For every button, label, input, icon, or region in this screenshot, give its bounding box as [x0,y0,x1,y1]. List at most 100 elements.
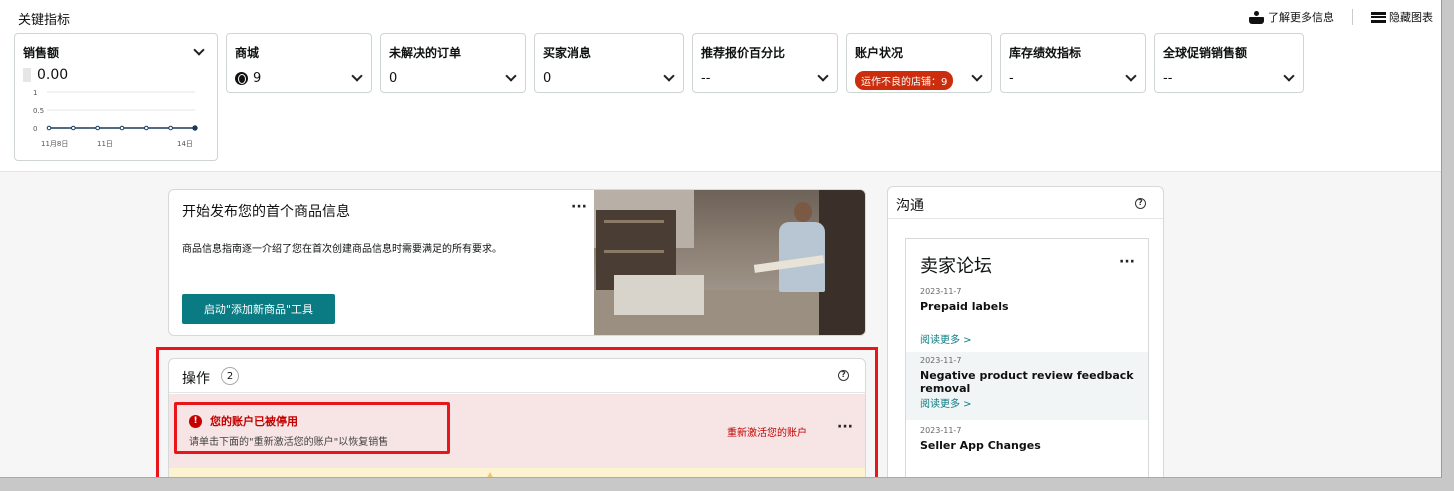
sales-chart: 1 0.5 0 11月8日 11日 14日 [33,84,213,154]
learn-more-link[interactable]: 了解更多信息 [1249,9,1334,25]
help-icon[interactable]: ? [1135,198,1146,209]
communication-header: 沟通 ? [888,187,1163,219]
metric-value: -- [1163,71,1173,86]
operations-title: 操作 [182,371,210,387]
metric-value: 0 [389,71,398,86]
x-tick-label: 11月8日 [41,140,68,148]
photo-person-head [794,202,812,222]
metric-label: 商城 [235,46,260,60]
card-description: 商品信息指南逐一介绍了您在首次创建商品信息时需要满足的所有要求。 [182,244,502,255]
add-product-tool-button[interactable]: 启动"添加新商品"工具 [182,294,335,324]
forum-post[interactable]: 2023-11-7 Negative product review feedba… [906,352,1148,420]
forum-title: 卖家论坛 [920,256,992,277]
globe-icon [235,72,248,85]
alert-title-text: 您的账户已被停用 [210,415,298,428]
metric-label: 账户状况 [855,46,904,60]
operations-count-badge: 2 [221,367,239,385]
reactivate-account-link[interactable]: 重新激活您的账户 [727,424,807,439]
x-tick-label: 11日 [97,140,113,148]
metric-value: 运作不良的店铺：9 [855,71,983,90]
seller-forum-panel: 卖家论坛 ··· 2023-11-7 Prepaid labels 阅读更多 >… [905,238,1149,477]
y-tick-label: 0.5 [33,107,44,115]
status-badge: 运作不良的店铺：9 [855,71,954,90]
post-date: 2023-11-7 [920,426,962,435]
metric-label: 全球促销销售额 [1163,46,1248,60]
next-alert-row [169,468,865,477]
error-icon: ! [189,414,202,428]
sales-data-point [46,125,52,131]
more-options-icon[interactable]: ··· [571,200,587,214]
y-tick-label: 1 [33,89,37,97]
metric-store[interactable]: 商城 9 [226,33,372,93]
metric-label: 推荐报价百分比 [701,46,786,60]
metric-value: 0.00 [23,67,209,83]
pointer-arrow-icon [480,472,500,477]
metric-buyer-messages[interactable]: 买家消息 0 [534,33,684,93]
card-title: 开始发布您的首个商品信息 [182,204,350,220]
sales-data-point [95,125,100,131]
metric-value: - [1009,71,1014,86]
forum-post[interactable]: 2023-11-7 Prepaid labels 阅读更多 > [906,287,1148,346]
hide-chart-link[interactable]: 隐藏图表 [1371,9,1433,25]
sales-data-point [192,125,198,131]
y-tick-label: 0 [33,125,37,133]
workshop-photo [594,190,865,335]
key-metrics-title: 关键指标 [18,13,71,28]
photo-shelf-board [604,250,664,253]
seller-central-dashboard: 关键指标 了解更多信息 隐藏图表 销售额 0.00 1 0.5 0 11月8日 11日 1… [0,0,1442,478]
communication-card: 沟通 ? 卖家论坛 ··· 2023-11-7 Prepaid labels 阅… [887,186,1164,477]
metric-open-orders[interactable]: 未解决的订单 0 [380,33,526,93]
metric-label: 买家消息 [543,46,592,60]
metric-featured-offer[interactable]: 推荐报价百分比 -- [692,33,838,93]
start-listing-card: 开始发布您的首个商品信息 商品信息指南逐一介绍了您在首次创建商品信息时需要满足的… [168,189,866,336]
x-tick-label: 14日 [177,140,193,148]
metric-value: -- [701,71,711,86]
post-title[interactable]: Seller App Changes [920,439,1134,452]
post-title[interactable]: Negative product review feedback removal [920,369,1134,395]
post-title[interactable]: Prepaid labels [920,300,1134,313]
metric-value: 9 [235,71,363,86]
operations-card: 操作 2 ? ! 您的账户已被停用 请单击下面的"重新激活您的账户"以恢复销售 重… [168,358,866,477]
metric-account-health[interactable]: 账户状况 运作不良的店铺：9 [846,33,992,93]
sales-data-point [71,125,76,131]
metric-value: 0 [543,71,552,86]
help-icon[interactable]: ? [838,370,849,381]
read-more-link[interactable]: 阅读更多 > [920,395,1134,410]
learn-more-label: 了解更多信息 [1268,11,1334,24]
photo-wrapped-item [614,275,704,315]
sales-data-point [144,125,149,131]
masked-value [23,68,31,82]
hide-chart-icon [1371,11,1386,23]
alert-subtitle: 请单击下面的"重新激活您的账户"以恢复销售 [189,437,389,448]
communication-title: 沟通 [896,198,924,214]
divider [1352,9,1353,25]
start-listing-text: 开始发布您的首个商品信息 商品信息指南逐一介绍了您在首次创建商品信息时需要满足的… [182,201,582,255]
operations-header: 操作 2 ? [169,359,865,393]
alert-highlight-box: ! 您的账户已被停用 请单击下面的"重新激活您的账户"以恢复销售 [174,402,450,454]
store-count: 9 [253,71,262,86]
metric-inventory-performance[interactable]: 库存绩效指标 - [1000,33,1146,93]
more-options-icon[interactable]: ··· [1119,255,1135,269]
photo-shelf-board [604,220,664,223]
metric-global-promotions[interactable]: 全球促销销售额 -- [1154,33,1304,93]
sales-data-point [119,125,125,131]
metric-label: 库存绩效指标 [1009,46,1082,60]
alert-title: ! 您的账户已被停用 [189,413,435,429]
photo-right-shelf [819,190,865,335]
metric-label: 销售额 [23,46,60,60]
post-date: 2023-11-7 [920,356,962,365]
sales-chart-svg: 1 0.5 0 11月8日 11日 14日 [33,89,198,148]
read-more-link[interactable]: 阅读更多 > [920,331,1134,346]
hide-chart-label: 隐藏图表 [1389,11,1433,24]
info-person-icon [1249,10,1265,24]
more-options-icon[interactable]: ··· [837,420,853,434]
metric-label: 未解决的订单 [389,46,462,60]
key-metrics-section: 关键指标 了解更多信息 隐藏图表 销售额 0.00 1 0.5 0 11月8日 11日 1… [0,0,1441,172]
sales-data-point [168,125,173,131]
header-links: 了解更多信息 隐藏图表 [1249,9,1433,25]
sales-value: 0.00 [37,67,69,83]
metric-sales[interactable]: 销售额 0.00 1 0.5 0 11月8日 11日 14日 [14,33,218,161]
post-date: 2023-11-7 [920,287,962,296]
forum-post[interactable]: 2023-11-7 Seller App Changes [906,426,1148,452]
account-deactivated-alert: ! 您的账户已被停用 请单击下面的"重新激活您的账户"以恢复销售 重新激活您的账户… [169,394,865,468]
